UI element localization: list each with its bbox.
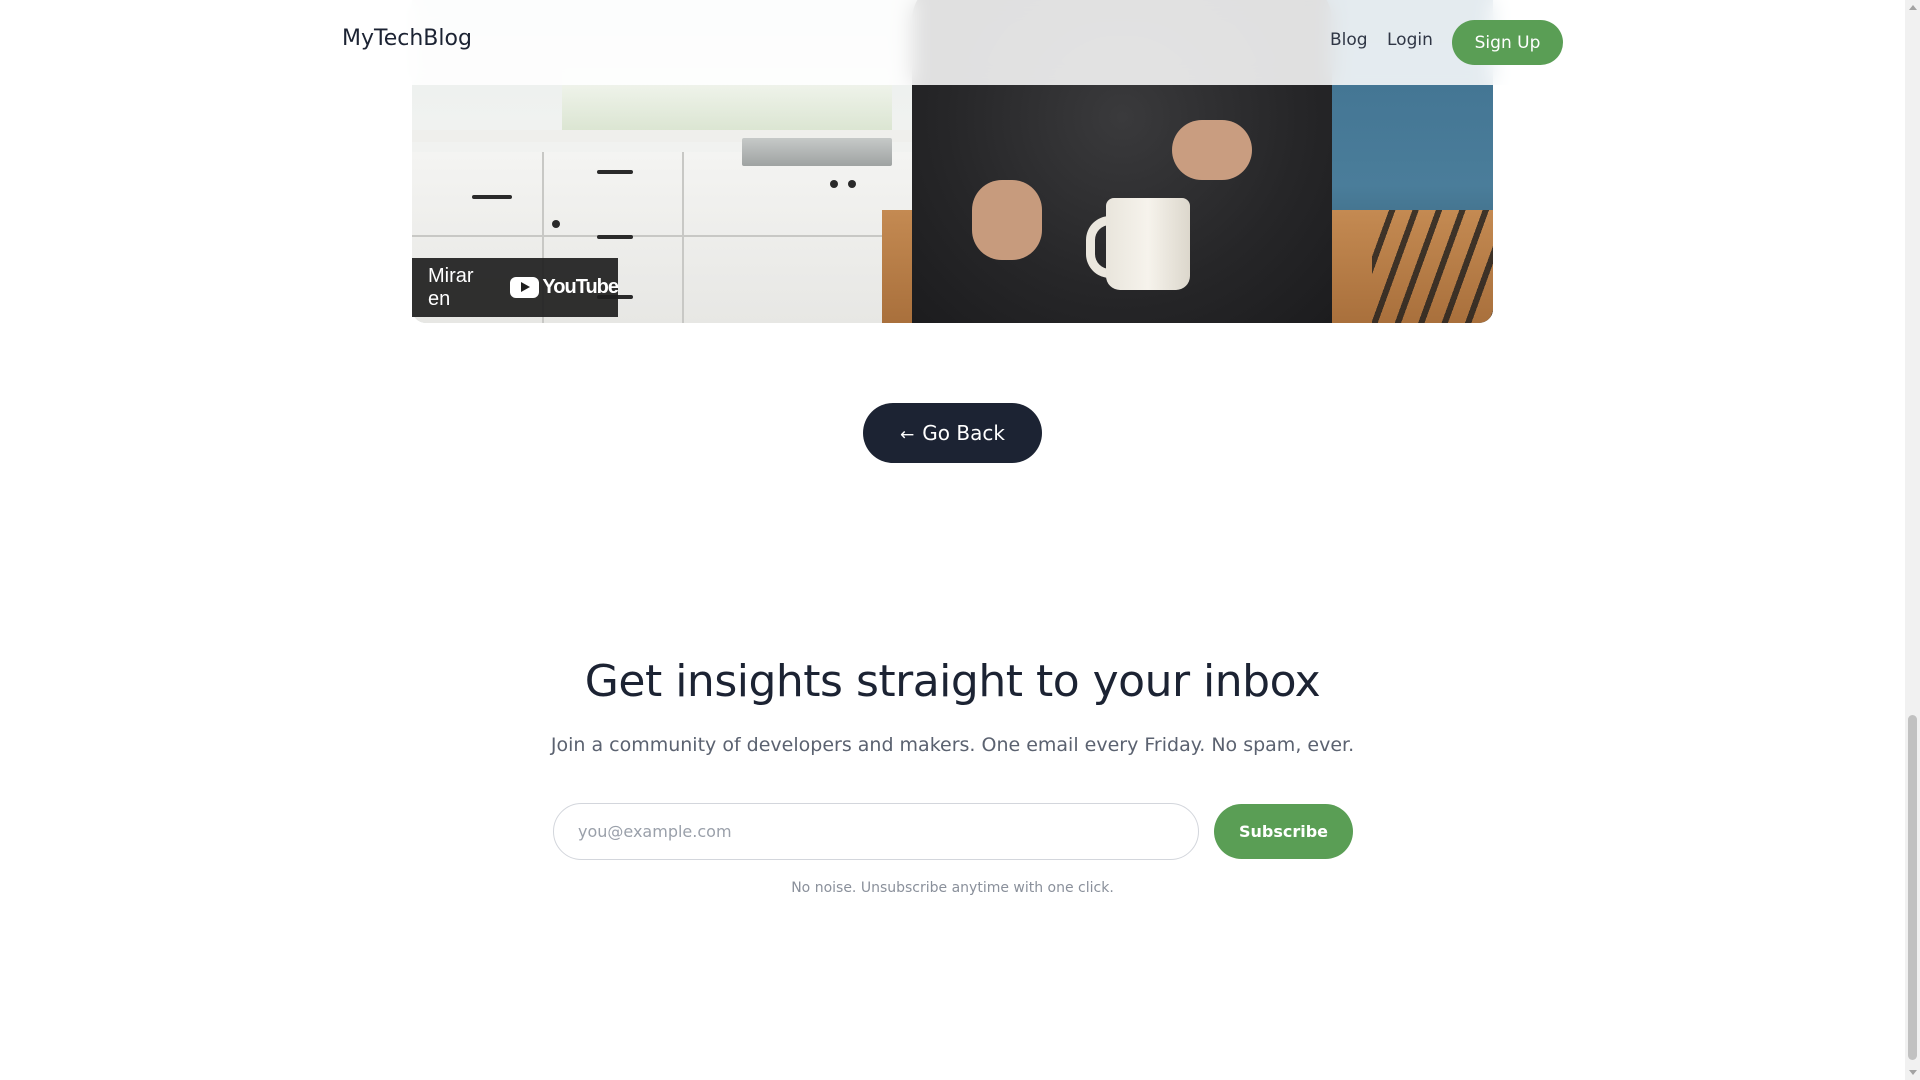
nav-link-blog[interactable]: Blog <box>1330 30 1368 50</box>
nav-link-login[interactable]: Login <box>1387 30 1433 50</box>
subscribe-button[interactable]: Subscribe <box>1214 804 1353 859</box>
youtube-play-icon <box>510 277 540 298</box>
coffee-mug <box>1106 198 1190 290</box>
vertical-scrollbar[interactable] <box>1905 0 1920 1080</box>
left-arrow-icon: ← <box>900 425 915 445</box>
brand-logo[interactable]: MyTechBlog <box>342 26 472 51</box>
newsletter-subtitle: Join a community of developers and maker… <box>550 734 1355 756</box>
scroll-up-arrow-icon[interactable] <box>1909 5 1917 10</box>
go-back-label: Go Back <box>922 421 1005 445</box>
signup-button[interactable]: Sign Up <box>1452 20 1563 65</box>
page: Mirar en YouTube MyTechBlog Blog Login S… <box>0 0 1920 1080</box>
scroll-down-arrow-icon[interactable] <box>1909 1070 1917 1075</box>
go-back-button[interactable]: ← Go Back <box>863 403 1042 463</box>
email-input[interactable] <box>553 803 1199 860</box>
newsletter-fineprint: No noise. Unsubscribe anytime with one c… <box>791 880 1114 896</box>
watch-on-label: Mirar en <box>428 264 474 310</box>
newsletter-title: Get insights straight to your inbox <box>584 656 1321 707</box>
youtube-wordmark: YouTube <box>542 276 619 298</box>
youtube-logo: YouTube <box>510 276 619 299</box>
scrollbar-thumb[interactable] <box>1908 715 1917 1060</box>
watch-on-youtube-link[interactable]: Mirar en YouTube <box>412 258 619 317</box>
site-header: MyTechBlog Blog Login Sign Up <box>0 0 1905 85</box>
